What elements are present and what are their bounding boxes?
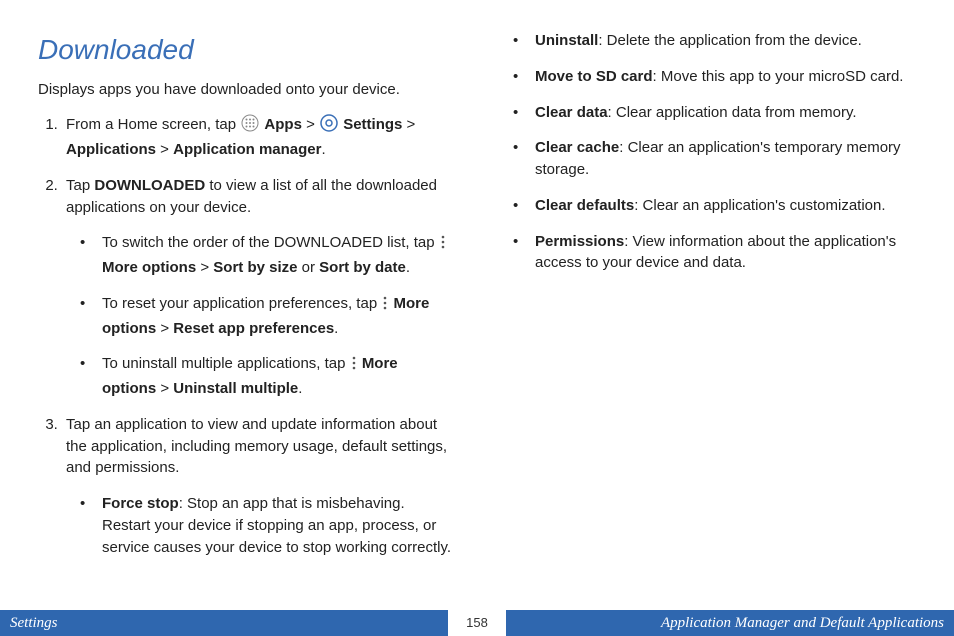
gt1: > [302, 116, 319, 133]
appmgr-label: Application manager [173, 141, 321, 158]
opt-forcestop: Force stop: Stop an app that is misbehav… [66, 493, 455, 558]
step3-sublist: Force stop: Stop an app that is misbehav… [66, 493, 455, 558]
gt3: > [156, 141, 173, 158]
cleardata-label: Clear data [535, 104, 608, 121]
sub-c-prefix: To uninstall multiple applications, tap [102, 355, 350, 372]
period1: . [321, 141, 325, 158]
sortdate-label: Sort by date [319, 259, 406, 276]
more-options-icon [382, 295, 388, 318]
gt2: > [402, 116, 415, 133]
gt-c: > [156, 380, 173, 397]
step2-prefix: Tap [66, 177, 94, 194]
permissions-label: Permissions [535, 233, 624, 250]
opt-clearcache: Clear cache: Clear an application's temp… [499, 137, 916, 181]
forcestop-label: Force stop [102, 495, 179, 512]
cleardefaults-desc: : Clear an application's customization. [634, 197, 885, 214]
right-column: Uninstall: Delete the application from t… [499, 30, 916, 572]
opt-cleardata: Clear data: Clear application data from … [499, 102, 916, 124]
cleardata-desc: : Clear application data from memory. [608, 104, 857, 121]
step1-prefix: From a Home screen, tap [66, 116, 240, 133]
opt-permissions: Permissions: View information about the … [499, 231, 916, 275]
step2-sublist: To switch the order of the DOWNLOADED li… [66, 232, 455, 400]
uninst-label: Uninstall multiple [173, 380, 298, 397]
or-a: or [297, 259, 319, 276]
gt-a: > [196, 259, 213, 276]
step-3: Tap an application to view and update in… [62, 414, 455, 559]
sub-a-prefix: To switch the order of the DOWNLOADED li… [102, 234, 439, 251]
uninstall-desc: : Delete the application from the device… [598, 32, 861, 49]
applications-label: Applications [66, 141, 156, 158]
footer-left: Settings [0, 615, 447, 632]
opt-uninstall: Uninstall: Delete the application from t… [499, 30, 916, 52]
period-b: . [334, 320, 338, 337]
steps-list: From a Home screen, tap Apps > Settings … [38, 114, 455, 558]
left-column: Downloaded Displays apps you have downlo… [38, 30, 455, 572]
intro-text: Displays apps you have downloaded onto y… [38, 79, 455, 101]
gt-b: > [156, 320, 173, 337]
apps-grid-icon [241, 114, 259, 139]
page-footer: Settings 158 Application Manager and Def… [0, 610, 954, 636]
sub-sort: To switch the order of the DOWNLOADED li… [66, 232, 455, 279]
settings-label: Settings [343, 116, 402, 133]
cleardefaults-label: Clear defaults [535, 197, 634, 214]
movesd-label: Move to SD card [535, 68, 653, 85]
sub-uninstall-multiple: To uninstall multiple applications, tap … [66, 353, 455, 400]
opt-movesd: Move to SD card: Move this app to your m… [499, 66, 916, 88]
movesd-desc: : Move this app to your microSD card. [653, 68, 904, 85]
clearcache-label: Clear cache [535, 139, 619, 156]
period-c: . [298, 380, 302, 397]
content-columns: Downloaded Displays apps you have downlo… [0, 0, 954, 572]
settings-gear-icon [320, 114, 338, 139]
apps-label: Apps [264, 116, 302, 133]
more-options-icon [351, 355, 357, 378]
options-continued: Uninstall: Delete the application from t… [499, 30, 916, 274]
step-1: From a Home screen, tap Apps > Settings … [62, 114, 455, 161]
more-label-a: More options [102, 259, 196, 276]
step3-text: Tap an application to view and update in… [66, 416, 447, 477]
footer-right: Application Manager and Default Applicat… [507, 615, 954, 632]
reset-label: Reset app preferences [173, 320, 334, 337]
step-2: Tap DOWNLOADED to view a list of all the… [62, 175, 455, 400]
downloaded-label: DOWNLOADED [94, 177, 205, 194]
page-number: 158 [447, 610, 507, 636]
uninstall-label: Uninstall [535, 32, 598, 49]
period-a: . [406, 259, 410, 276]
more-options-icon [440, 234, 446, 257]
sub-reset: To reset your application preferences, t… [66, 293, 455, 340]
section-heading: Downloaded [38, 30, 455, 71]
opt-cleardefaults: Clear defaults: Clear an application's c… [499, 195, 916, 217]
sub-b-prefix: To reset your application preferences, t… [102, 295, 381, 312]
sortsize-label: Sort by size [213, 259, 297, 276]
manual-page: Downloaded Displays apps you have downlo… [0, 0, 954, 636]
